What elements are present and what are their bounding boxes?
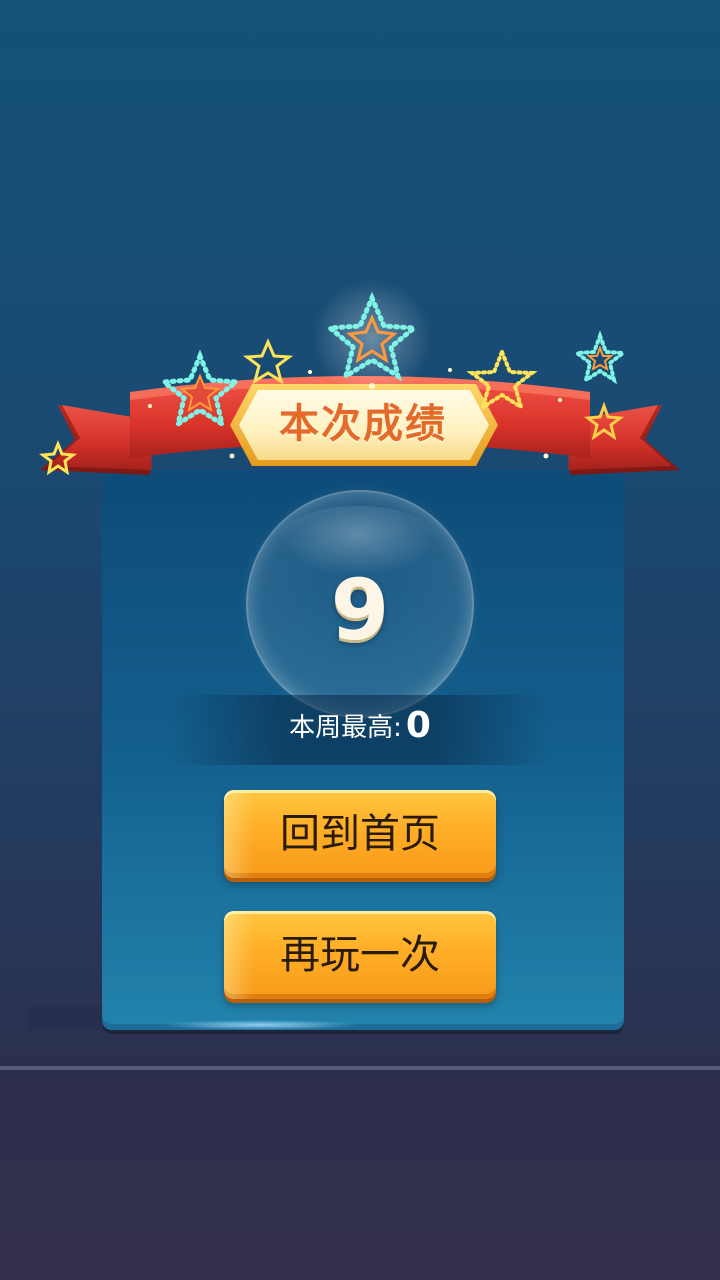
floor-line xyxy=(0,1066,720,1070)
score-value: 9 xyxy=(330,561,390,659)
panel-glow xyxy=(160,1020,360,1030)
weekly-best-label: 本周最高: xyxy=(289,713,402,743)
replay-button[interactable]: 再玩一次 xyxy=(224,911,496,999)
weekly-best-row: 本周最高: 0 xyxy=(230,705,490,761)
result-title: 本次成绩 xyxy=(279,401,447,447)
home-button[interactable]: 回到首页 xyxy=(224,790,496,878)
weekly-best-value: 0 xyxy=(405,705,431,746)
game-over-screen: 9 本周最高: 0 回到首页 再玩一次 本次成绩 xyxy=(0,0,720,1280)
shadow-decoration xyxy=(28,1006,108,1030)
